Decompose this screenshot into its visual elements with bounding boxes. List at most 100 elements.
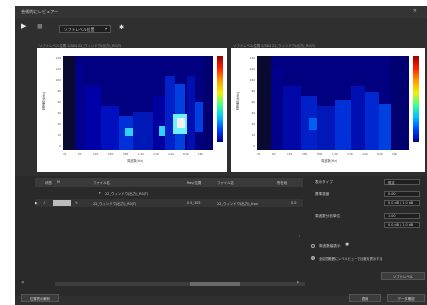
xtick: 16k	[198, 152, 204, 156]
ytick: 100	[55, 78, 61, 82]
display-type-label: 表示タイプ	[315, 180, 333, 184]
col-header-file[interactable]: ファイル名	[217, 180, 234, 185]
ytick: 40	[251, 111, 255, 115]
heatmap-1-svg	[63, 56, 213, 150]
col-header-location[interactable]: 所在地	[277, 180, 287, 185]
reference-gain-label: 基準感度	[315, 192, 330, 196]
xtick: 4.0k	[362, 152, 369, 156]
chevron-down-icon: ▾	[104, 26, 107, 31]
xtick: 8.0k	[377, 152, 384, 156]
chevron-down-icon[interactable]: ▾	[99, 191, 101, 195]
apply-settings-button[interactable]: ソフトレベル	[381, 272, 425, 280]
collapse-right-icon[interactable]: ›	[299, 234, 300, 238]
title-bar: 芸術的にレビュアー ×	[15, 6, 427, 18]
stop-icon[interactable]: ■	[37, 23, 43, 30]
spectrogram-heatmap-1	[63, 56, 213, 150]
analysis-unit-label: 周波数分析単位	[315, 214, 341, 218]
scroll-right-icon[interactable]: ▶	[297, 280, 300, 284]
ytick: 120	[249, 67, 255, 71]
ytick: 140	[55, 56, 61, 60]
radio-frequency-width[interactable]	[311, 244, 315, 248]
xtick: 8.0k	[183, 152, 190, 156]
spectrogram-panel-1: 周波数(kHz) 140 120 100 80 60 40 20 10 0 31…	[37, 48, 227, 172]
xtick: 250	[302, 152, 308, 156]
col-header-status[interactable]: 状態	[45, 180, 52, 185]
playback-mode-select[interactable]: ソフトレベル位置 ▾	[59, 25, 111, 33]
xtick: 16k	[392, 152, 398, 156]
col-header-m[interactable]: M	[57, 180, 60, 184]
heatmap-2-svg	[257, 56, 409, 150]
xtick: 500	[317, 152, 323, 156]
ytick: 0	[59, 144, 61, 148]
pin-icon[interactable]: ♪	[43, 201, 45, 205]
ytick: 10	[57, 133, 61, 137]
ytick: 100	[249, 78, 255, 82]
spectrogram-panel-2: 周波数(kHz) 140 120 100 80 60 40 20 10 0 31…	[231, 48, 425, 172]
row-location: 0.0	[291, 201, 297, 205]
playback-mode-value: ソフトレベル位置	[64, 27, 95, 32]
gear-icon[interactable]: ✱	[119, 24, 124, 31]
xtick: 1.0k	[138, 152, 145, 156]
analysis-unit-input[interactable]: 1.00	[384, 213, 420, 219]
colorbar-1	[217, 56, 223, 142]
ytick: 10	[251, 133, 255, 137]
play-icon[interactable]: ▶	[21, 23, 26, 30]
xtick: 4.0k	[168, 152, 175, 156]
xtick: 250	[108, 152, 114, 156]
waveform-thumbnail	[53, 200, 71, 206]
reference-gain-range-value: 0.0 dB / 1.0 dB	[388, 201, 414, 205]
xtick: 31	[257, 152, 261, 156]
xtick: 500	[123, 152, 129, 156]
ok-label: 適用	[361, 297, 369, 301]
colorbar-2	[413, 56, 419, 142]
radio-frequency-width-label: 周波数幅表示	[319, 244, 341, 248]
ytick: 20	[251, 122, 255, 126]
confirm-data-label: データ確認	[397, 297, 415, 301]
gear-icon[interactable]: ✱	[345, 242, 349, 248]
reference-gain-input[interactable]: 0.00	[384, 191, 420, 197]
display-type-select[interactable]: 既定	[384, 179, 420, 185]
analysis-unit-value: 1.00	[388, 214, 396, 218]
display-type-value: 既定	[388, 181, 395, 185]
horizontal-scrollbar[interactable]	[55, 282, 305, 286]
close-icon[interactable]: ×	[413, 8, 417, 14]
ytick: 120	[55, 67, 61, 71]
xtick: 2.0k	[153, 152, 160, 156]
edit-icon[interactable]: ✎	[75, 201, 78, 205]
table-row[interactable]: ▶ ♪ ✎ 22_ウィンドウ(出力)_R0(T) 0.5_305 22_ウィンド…	[35, 199, 303, 207]
xtick: 63	[272, 152, 276, 156]
ytick: 80	[251, 89, 255, 93]
xtick: 63	[78, 152, 82, 156]
col-header-filename[interactable]: ファイル名	[93, 180, 110, 185]
xtick: 31	[63, 152, 67, 156]
xtick: 1.0k	[332, 152, 339, 156]
ytick: 0	[253, 144, 255, 148]
ytick: 140	[249, 56, 255, 60]
radio-full-range-label: 全区間範囲にレベルビューで比較を表示する	[319, 257, 383, 261]
ytick: 20	[57, 122, 61, 126]
col-header-rev[interactable]: Rev/位置	[187, 180, 201, 185]
apply-settings-label: ソフトレベル	[392, 275, 414, 279]
row-file: 22_ウィンドウ(出力)_trax	[217, 202, 258, 206]
chart-2-xlabel: 周波数(Hz)	[321, 159, 338, 163]
spectrogram-heatmap-2	[257, 56, 409, 150]
analysis-unit-range[interactable]: 0.0 dB / 1.0 dB	[384, 222, 420, 228]
radio-full-range[interactable]	[311, 256, 315, 260]
row-rev: 0.5_305	[187, 201, 201, 205]
table-row[interactable]: ▾ 22_ウィンドウ(出力)_R0(T)	[35, 189, 303, 197]
confirm-data-button[interactable]: データ確認	[387, 294, 425, 302]
scrollbar-thumb[interactable]	[190, 282, 240, 286]
position-analysis-label: 位置表示解析	[29, 297, 51, 301]
window-title: 芸術的にレビュアー	[21, 9, 59, 14]
reference-gain-range[interactable]: 0.0 dB / 1.0 dB	[384, 200, 420, 206]
scroll-left-icon[interactable]: ◀	[21, 280, 24, 284]
reference-gain-value: 0.00	[388, 192, 396, 196]
position-analysis-button[interactable]: 位置表示解析	[21, 294, 59, 302]
spectrogram-reviewer-window: 芸術的にレビュアー × ▶ ■ ソフトレベル位置 ▾ ✱ ソフトレベル位置 1/…	[15, 6, 427, 305]
ok-button[interactable]: 適用	[349, 294, 381, 302]
play-icon[interactable]: ▶	[35, 201, 38, 205]
ytick: 60	[57, 100, 61, 104]
row-name: 22_ウィンドウ(出力)_R0(T)	[105, 192, 149, 196]
chart-1-ylabel: 周波数(kHz)	[42, 92, 46, 111]
table-header	[35, 178, 303, 187]
